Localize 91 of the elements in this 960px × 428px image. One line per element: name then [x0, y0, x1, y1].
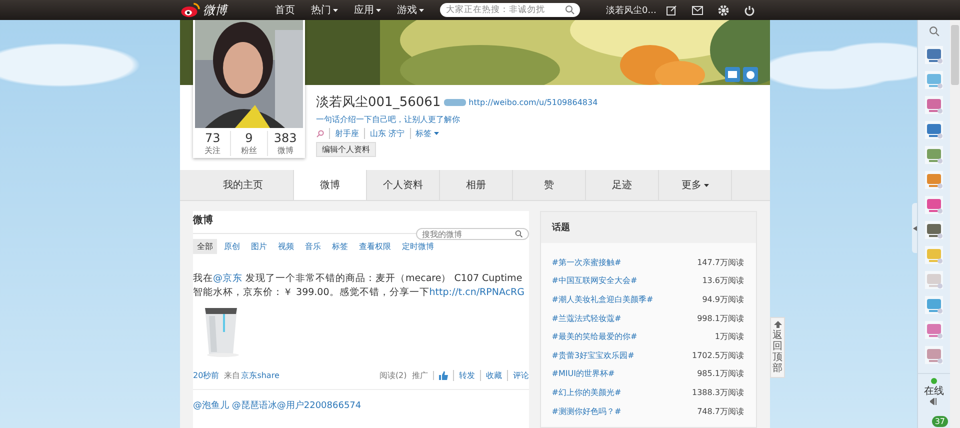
- topic-read-count: 1388.3万阅读: [692, 386, 744, 398]
- caret-icon: [333, 8, 338, 12]
- post-text[interactable]: @泡鱼儿 @琵琶语冰@用户2200866574: [193, 399, 529, 412]
- nav-link[interactable]: 热门: [311, 3, 338, 17]
- filter-tab[interactable]: 定时微博: [398, 239, 438, 254]
- search-icon[interactable]: [514, 230, 523, 238]
- read-count: 阅读(2): [379, 370, 407, 381]
- power-icon[interactable]: [744, 4, 756, 16]
- topic-link[interactable]: #中国互联网安全大会#: [552, 275, 638, 286]
- user-name[interactable]: 淡若风尘0...: [606, 4, 656, 16]
- caret-icon: [434, 132, 439, 136]
- topic-link[interactable]: #测测你好色吗？#: [552, 406, 622, 417]
- stat-count[interactable]: 73: [205, 131, 220, 145]
- filter-tab[interactable]: 标签: [328, 239, 352, 254]
- source-prefix: 来自: [224, 370, 240, 381]
- topic-read-count: 1702.5万阅读: [692, 350, 744, 361]
- eye-logo-icon[interactable]: [180, 2, 202, 18]
- nav-link[interactable]: 首页: [275, 3, 295, 17]
- filter-tab[interactable]: 全部: [193, 239, 217, 254]
- tab[interactable]: 相册: [440, 170, 513, 200]
- feed-title: 微博: [193, 214, 213, 228]
- profile-name: 淡若风尘001_56061: [316, 94, 441, 111]
- topic-link[interactable]: #兰蔻法式轻妆蔻#: [552, 312, 622, 324]
- profile-link[interactable]: http://weibo.com/u/5109864834: [468, 98, 598, 106]
- filter-tab[interactable]: 图片: [247, 239, 271, 254]
- tab[interactable]: 个人资料: [367, 170, 440, 200]
- topic-read-count: 1万阅读: [714, 331, 744, 342]
- topic-read-count: 748.7万阅读: [697, 406, 744, 417]
- nav-link[interactable]: 应用: [354, 3, 381, 17]
- tab[interactable]: 足迹: [586, 170, 659, 200]
- post-time[interactable]: 20秒前: [193, 370, 220, 381]
- topic-link[interactable]: #贵蕾3好宝宝欢乐园#: [552, 350, 634, 361]
- stat-label[interactable]: 粉丝: [240, 145, 257, 156]
- topic-link[interactable]: #MIUI的世界杯#: [552, 368, 615, 380]
- scrollbar[interactable]: [950, 20, 960, 428]
- promote-link[interactable]: 推广: [412, 370, 428, 381]
- arrow-up-icon: [774, 321, 782, 328]
- topic-link[interactable]: #幻上你的美颜光#: [552, 386, 622, 398]
- stat-count[interactable]: 383: [274, 131, 297, 145]
- online-dot: [931, 378, 937, 384]
- back-to-top-button[interactable]: 返回顶部: [770, 317, 785, 378]
- filter-tab[interactable]: 原创: [220, 239, 244, 254]
- badge-icon[interactable]: [444, 98, 466, 106]
- search-field[interactable]: 大家正在热搜：非诚勿扰: [440, 3, 580, 17]
- stat-label[interactable]: 微博: [277, 145, 294, 156]
- topics-title: 话题: [552, 221, 570, 234]
- search-icon[interactable]: [928, 26, 940, 37]
- bio-text[interactable]: 一句话介绍一下自己吧，让别人更了解你: [316, 114, 460, 125]
- logo-text[interactable]: 微博: [203, 2, 227, 18]
- topic-read-count: 94.9万阅读: [702, 294, 744, 305]
- action-link[interactable]: 收藏: [480, 370, 502, 381]
- edit-profile-button[interactable]: 编辑个人资料: [316, 142, 376, 157]
- topic-link[interactable]: #潮人美妆礼盒迎白美颜季#: [552, 294, 654, 305]
- settings-icon[interactable]: [718, 4, 730, 16]
- detail-link[interactable]: 山东 济宁: [364, 128, 405, 139]
- search-field[interactable]: 搜我的微博: [416, 228, 529, 240]
- stat-count[interactable]: 9: [245, 131, 253, 145]
- status-label[interactable]: 在线: [924, 384, 944, 398]
- source-link[interactable]: 京东share: [241, 370, 280, 381]
- topic-read-count: 147.7万阅读: [697, 256, 744, 268]
- filter-tab[interactable]: 视频: [274, 239, 298, 254]
- caret-icon: [704, 184, 708, 186]
- collapse-icon[interactable]: [930, 398, 938, 405]
- topic-read-count: 13.6万阅读: [702, 275, 744, 286]
- detail-link[interactable]: 射手座: [329, 128, 359, 139]
- post-link[interactable]: @京东: [213, 273, 242, 284]
- collapse-handle[interactable]: [912, 203, 917, 253]
- tags-link[interactable]: 标签: [410, 128, 439, 139]
- filter-tab[interactable]: 音乐: [301, 239, 325, 254]
- post-text: 我在@京东 发现了一个非常不错的商品：麦开（mecare） C107 Cuptime智能水杯，京东价：￥ 399.00。感觉不错，分享一下http://t.cn/RPNAcRG: [193, 272, 526, 300]
- tab[interactable]: 微博: [294, 170, 367, 200]
- topic-link[interactable]: #最美的笑给最爱的你#: [552, 331, 638, 342]
- topic-read-count: 985.1万阅读: [697, 368, 744, 380]
- caret-icon: [419, 8, 424, 12]
- mail-icon[interactable]: [692, 6, 704, 14]
- filter-tab[interactable]: 查看权限: [355, 239, 395, 254]
- tab[interactable]: 更多: [659, 170, 732, 200]
- post-link[interactable]: http://t.cn/RPNAcRG: [429, 287, 525, 298]
- count-badge[interactable]: 37: [932, 416, 948, 427]
- search-icon[interactable]: [565, 5, 575, 15]
- topic-link[interactable]: #第一次亲蜜接触#: [552, 256, 622, 268]
- tab[interactable]: 赞: [513, 170, 586, 200]
- action-link[interactable]: 转发: [452, 370, 475, 381]
- edit-icon[interactable]: [666, 4, 678, 16]
- action-link[interactable]: 评论: [506, 370, 529, 381]
- topic-read-count: 998.1万阅读: [697, 312, 744, 324]
- thumbs-up-icon[interactable]: [432, 371, 448, 380]
- scroll-thumb[interactable]: [951, 25, 959, 85]
- nav-link[interactable]: 游戏: [397, 3, 424, 17]
- stat-label[interactable]: 关注: [204, 145, 221, 156]
- caret-icon: [376, 8, 381, 12]
